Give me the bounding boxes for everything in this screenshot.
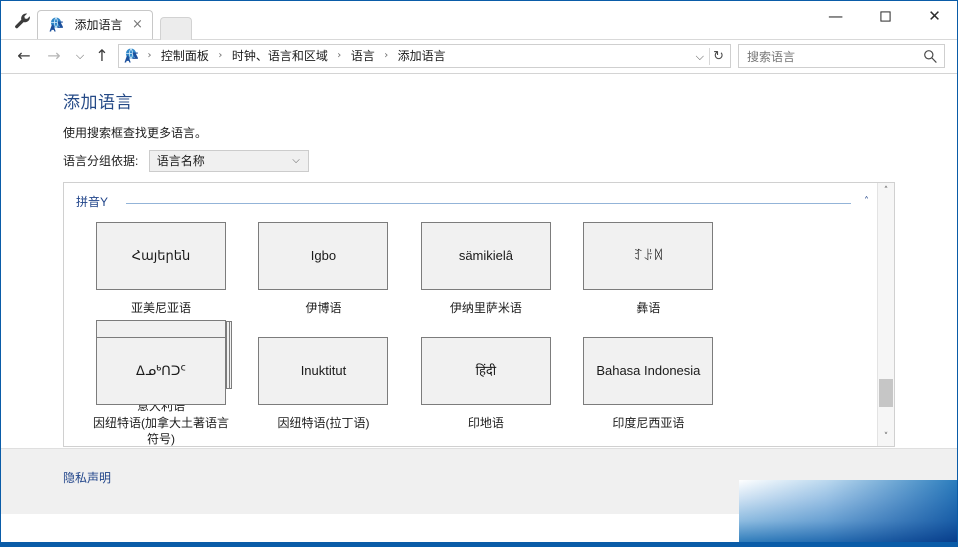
search-input[interactable] <box>745 45 919 69</box>
language-tile-label: 印度尼西亚语 <box>612 416 685 430</box>
scrollbar-thumb[interactable] <box>879 379 893 407</box>
breadcrumb-separator: › <box>147 50 152 61</box>
language-tile-box: Inuktitut <box>258 337 389 405</box>
breadcrumb-divider <box>709 48 710 65</box>
language-tile-yi[interactable]: ꆈꌠꉙ 彝语 <box>569 218 727 316</box>
language-tile-igbo[interactable]: Igbo 伊博语 <box>244 218 402 316</box>
language-tile-inuktitut-syllabics[interactable]: ᐃᓄᒃᑎᑐᑦ 因纽特语(加拿大土著语言符号) <box>82 333 240 446</box>
language-tile-indonesian[interactable]: Bahasa Indonesia 印度尼西亚语 <box>569 333 727 431</box>
breadcrumb-separator: › <box>337 50 342 61</box>
refresh-icon[interactable]: ↻ <box>713 49 724 64</box>
language-tile-box: sämikielâ <box>420 222 551 290</box>
language-list-inner: 拼音Y ˄ Հայերեն 亚美尼亚语 Igbo 伊博语 sämikielâ 伊… <box>64 183 877 446</box>
group-header-divider <box>126 203 851 204</box>
scroll-up-icon[interactable]: ˄ <box>878 183 894 200</box>
minimize-button[interactable]: — <box>813 1 858 31</box>
language-tile-box: हिंदी <box>420 337 551 405</box>
search-icon[interactable] <box>923 49 937 63</box>
language-tile-box: Igbo <box>258 222 389 290</box>
language-globe-icon <box>48 16 64 32</box>
language-native-name: Հայերեն <box>131 248 191 263</box>
tab-add-language[interactable]: 添加语言 × <box>37 10 154 39</box>
language-tile-box: ꆈꌠꉙ <box>583 222 714 290</box>
content-area: 添加语言 使用搜索框查找更多语言。 语言分组依据: 语言名称 ⌵ 拼音Y ˄ Հ… <box>1 74 957 514</box>
forward-button[interactable]: → <box>43 45 65 67</box>
breadcrumb-item-language[interactable]: 语言 <box>348 45 378 67</box>
close-window-button[interactable]: ✕ <box>912 1 957 31</box>
breadcrumb-bar[interactable]: › 控制面板 › 时钟、语言和区域 › 语言 › 添加语言 ⌵ ↻ <box>118 44 731 68</box>
language-globe-icon <box>123 47 139 63</box>
language-tile-inuktitut-latin[interactable]: Inuktitut 因纽特语(拉丁语) <box>244 333 402 431</box>
tab-strip: 添加语言 × <box>37 10 192 40</box>
language-tile-label: 伊纳里萨米语 <box>449 301 522 315</box>
breadcrumb-item-add-language[interactable]: 添加语言 <box>395 45 449 67</box>
language-tile-label: 伊博语 <box>305 301 342 315</box>
language-tile-row: ᐃᓄᒃᑎᑐᑦ 因纽特语(加拿大土著语言符号) Inuktitut 因纽特语(拉丁… <box>82 333 872 446</box>
breadcrumb-dropdown-icon[interactable]: ⌵ <box>696 50 704 64</box>
tab-close-icon[interactable]: × <box>130 18 144 32</box>
recent-locations-chevron-icon[interactable]: ⌵ <box>69 45 91 67</box>
window-controls: — ✕ <box>813 1 957 39</box>
language-tile-label: 因纽特语(加拿大土著语言符号) <box>93 416 229 446</box>
language-tile-inari-sami[interactable]: sämikielâ 伊纳里萨米语 <box>407 218 565 316</box>
language-tile-armenian[interactable]: Հայերեն 亚美尼亚语 <box>82 218 240 316</box>
group-by-selected-value: 语言名称 <box>156 154 205 168</box>
group-by-row: 语言分组依据: 语言名称 ⌵ <box>63 150 309 172</box>
language-tile-box: ᐃᓄᒃᑎᑐᑦ <box>96 337 226 405</box>
language-tile-grid: Հայերեն 亚美尼亚语 Igbo 伊博语 sämikielâ 伊纳里萨米语 … <box>82 218 872 446</box>
list-scrollbar[interactable]: ˄ ˅ <box>877 183 894 446</box>
language-tile-label: 印地语 <box>467 416 504 430</box>
group-by-select[interactable]: 语言名称 ⌵ <box>148 150 309 172</box>
control-panel-window: 添加语言 × — ✕ ← → ⌵ ↑ › 控制面板 › 时钟、语言和区域 › 语… <box>0 0 958 547</box>
language-tile-label: 亚美尼亚语 <box>130 301 191 315</box>
group-by-label: 语言分组依据: <box>63 154 139 168</box>
breadcrumb-separator: › <box>384 50 389 61</box>
language-tile-label: 彝语 <box>636 301 661 315</box>
chevron-down-icon: ⌵ <box>292 155 300 166</box>
title-bar: 添加语言 × — ✕ <box>1 1 957 40</box>
page-subtitle: 使用搜索框查找更多语言。 <box>63 126 208 140</box>
new-tab-button[interactable] <box>159 17 192 40</box>
breadcrumb-separator: › <box>218 50 223 61</box>
up-button[interactable]: ↑ <box>91 45 113 67</box>
language-tile-box: Հայերեն <box>96 222 226 290</box>
window-bottom-edge <box>1 542 957 546</box>
language-native-name: हिंदी <box>475 363 497 378</box>
language-native-name: Igbo <box>310 248 337 263</box>
breadcrumb-item-clock-language-region[interactable]: 时钟、语言和区域 <box>229 45 331 67</box>
privacy-statement-link[interactable]: 隐私声明 <box>63 469 111 486</box>
language-native-name: Bahasa Indonesia <box>596 363 701 378</box>
language-native-name: ᐃᓄᒃᑎᑐᑦ <box>136 363 186 378</box>
language-native-name: ꆈꌠꉙ <box>633 248 664 263</box>
breadcrumb: › 控制面板 › 时钟、语言和区域 › 语言 › 添加语言 <box>123 45 449 67</box>
language-tile-label: 因纽特语(拉丁语) <box>277 416 370 430</box>
address-bar: ← → ⌵ ↑ › 控制面板 › 时钟、语言和区域 › 语言 › 添加语言 ⌵ … <box>1 40 957 74</box>
back-button[interactable]: ← <box>13 45 35 67</box>
tab-title: 添加语言 <box>74 18 123 32</box>
group-header[interactable]: 拼音Y ˄ <box>76 194 869 214</box>
language-native-name: Inuktitut <box>300 363 347 378</box>
page-title: 添加语言 <box>63 93 133 112</box>
breadcrumb-item-control-panel[interactable]: 控制面板 <box>158 45 212 67</box>
language-tile-box: Bahasa Indonesia <box>583 337 714 405</box>
language-tile-row: Հայերեն 亚美尼亚语 Igbo 伊博语 sämikielâ 伊纳里萨米语 … <box>82 218 872 413</box>
language-native-name: sämikielâ <box>458 248 513 263</box>
language-list-panel: 拼音Y ˄ Հայերեն 亚美尼亚语 Igbo 伊博语 sämikielâ 伊… <box>63 182 895 447</box>
language-tile-hindi[interactable]: हिंदी 印地语 <box>407 333 565 431</box>
wrench-icon[interactable] <box>13 11 33 31</box>
group-header-label: 拼音Y <box>76 195 109 209</box>
chevron-up-icon[interactable]: ˄ <box>864 194 869 210</box>
search-box[interactable] <box>738 44 945 69</box>
scroll-down-icon[interactable]: ˅ <box>878 429 894 446</box>
blue-gradient-overlay <box>739 480 957 546</box>
maximize-button[interactable] <box>863 1 908 31</box>
